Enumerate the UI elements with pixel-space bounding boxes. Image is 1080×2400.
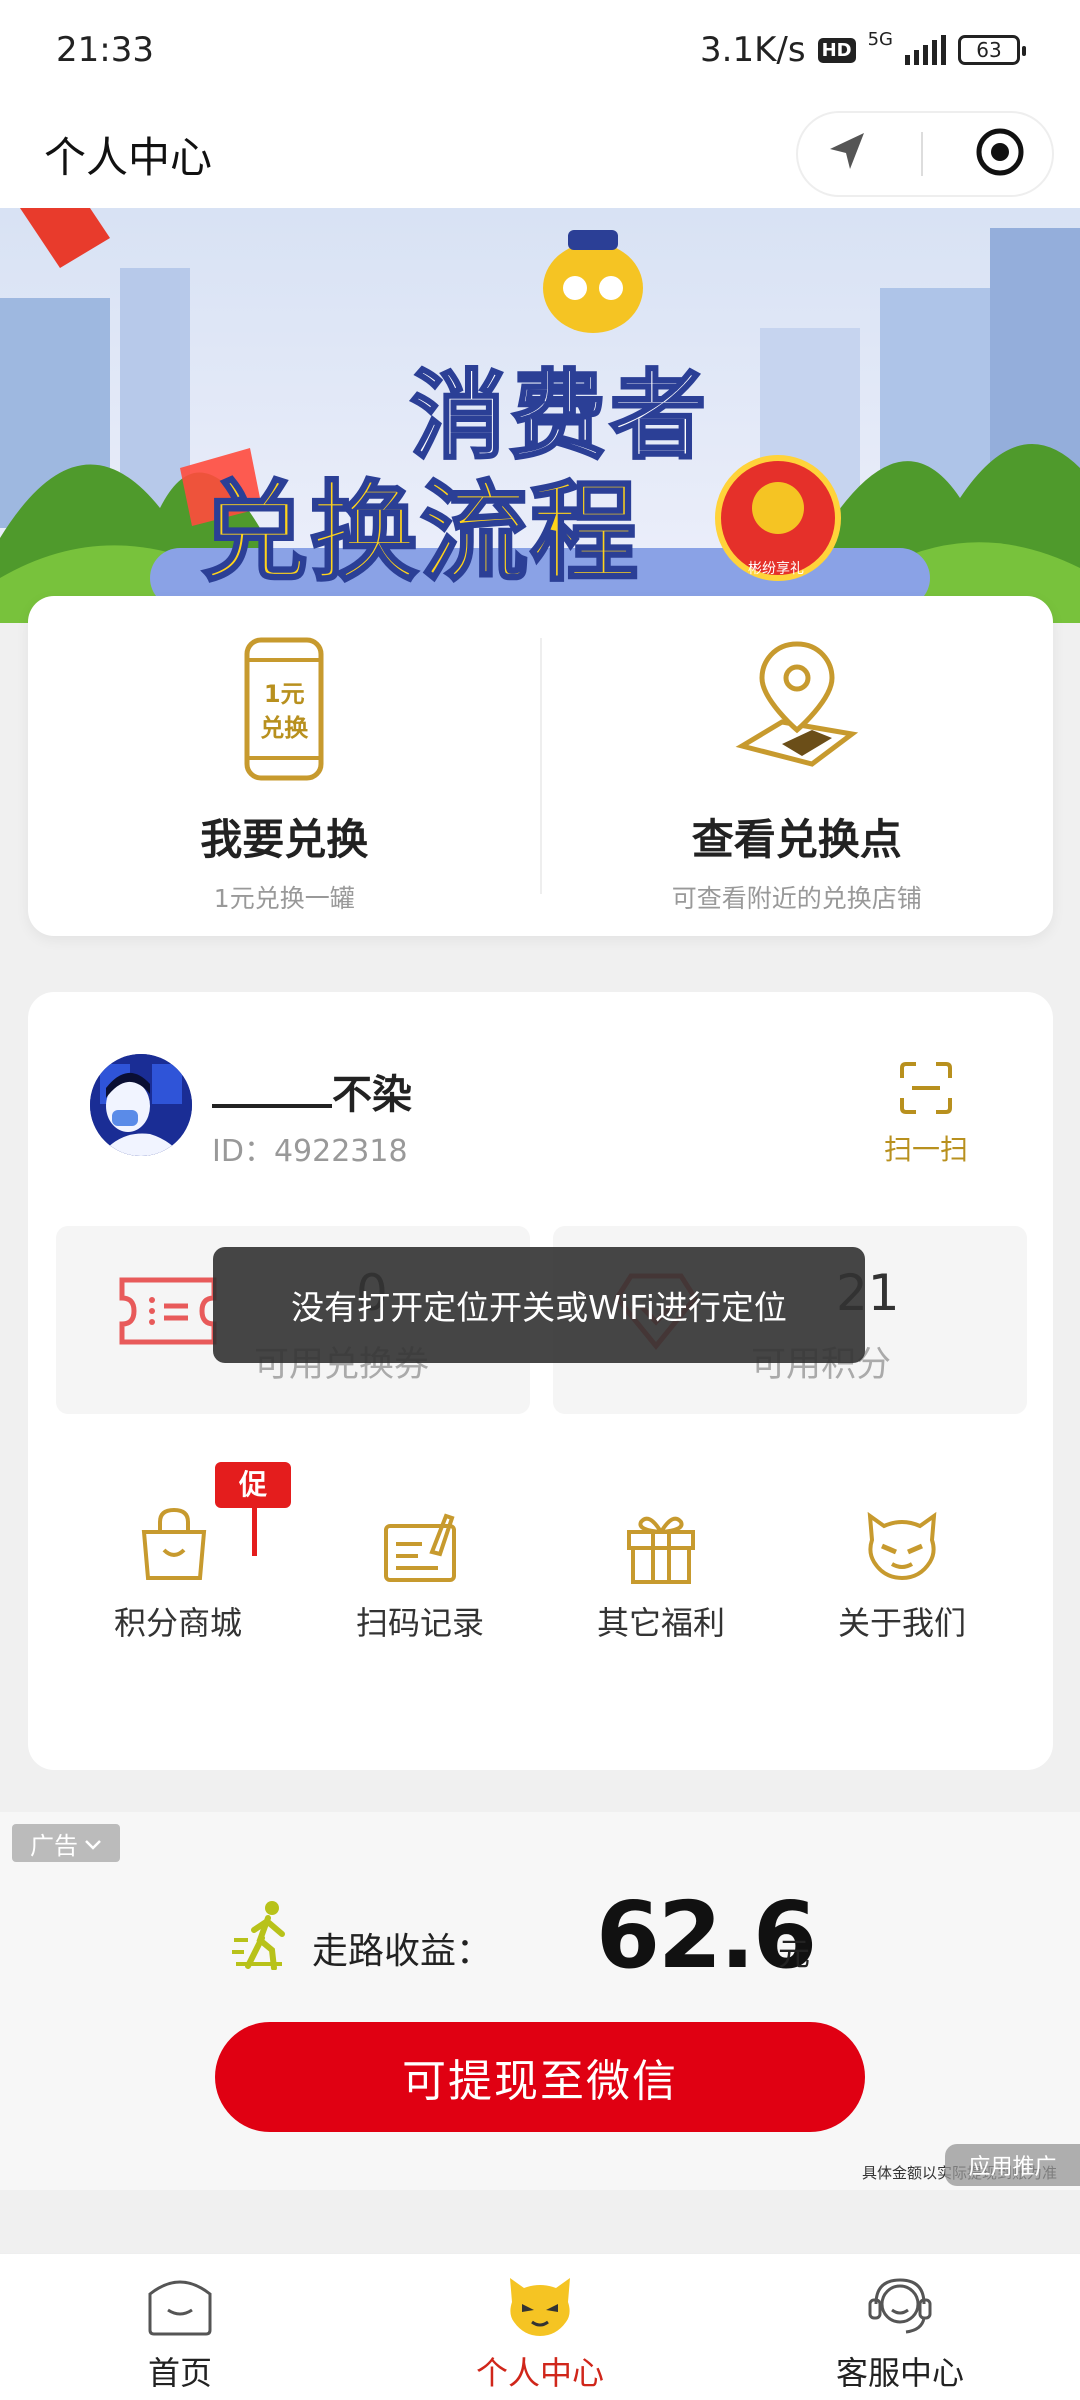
exchange-card: 1元 兑换 我要兑换 1元兑换一罐 查看兑换点 可查看附近的兑换店铺: [28, 596, 1053, 936]
avatar[interactable]: [90, 1054, 192, 1156]
scan-label: 扫一扫: [883, 1133, 968, 1166]
menu-other-benefits[interactable]: 其它福利: [541, 1462, 781, 1642]
scan-icon: [898, 1060, 954, 1120]
status-icons: 3.1K/s HD 5G 63: [700, 29, 1026, 70]
tab-bar: 首页 个人中心 客服中心: [0, 2253, 1080, 2400]
menu-label-points-mall: 积分商城: [113, 1604, 242, 1642]
user-card: 不染 ID：4922318 扫一扫 0 可用兑换券: [28, 992, 1053, 1770]
walk-earnings-unit: 元: [778, 1935, 811, 1973]
exchange-points-subtitle: 可查看附近的兑换店铺: [671, 884, 922, 913]
mascot-tab-icon: [506, 2274, 574, 2342]
tab-personal-center[interactable]: 个人中心: [360, 2254, 720, 2400]
user-id: ID：4922318: [212, 1134, 408, 1169]
page-title: 个人中心: [44, 132, 213, 182]
withdraw-to-wechat-button[interactable]: 可提现至微信: [215, 2022, 865, 2132]
walk-earnings-label: 走路收益：: [312, 1931, 493, 1972]
mascot-face-icon: [864, 1508, 940, 1588]
location-toast: 没有打开定位开关或WiFi进行定位: [213, 1247, 865, 1363]
menu-label-other-benefits: 其它福利: [596, 1604, 725, 1642]
app-promotion-tag[interactable]: 应用推广: [945, 2144, 1080, 2186]
promo-banner[interactable]: 消费者 兑换流程 彬纷享礼: [0, 208, 1080, 623]
menu-about-us[interactable]: 关于我们: [782, 1462, 1022, 1642]
user-name: 不染: [212, 1062, 412, 1120]
can-icon: 1元 兑换: [239, 634, 329, 784]
shopping-bag-icon: [136, 1506, 212, 1586]
home-icon: [146, 2274, 214, 2342]
user-name-text: 不染: [332, 1072, 412, 1118]
scan-button[interactable]: 扫一扫: [866, 1060, 986, 1166]
battery-level: 63: [976, 38, 1002, 62]
signal-icon: [905, 35, 946, 65]
walking-person-icon: [232, 1900, 294, 1974]
tab-customer-service[interactable]: 客服中心: [720, 2254, 1080, 2400]
status-bar: 21:33 3.1K/s HD 5G 63: [0, 0, 1080, 100]
network-type: 5G: [867, 29, 893, 50]
ad-banner[interactable]: 广告 走路收益： 62.6 元 可提现至微信 具体金额以实际提现到账为准 应用推…: [0, 1812, 1080, 2190]
tab-home[interactable]: 首页: [0, 2254, 360, 2400]
coupon-icon: [116, 1274, 220, 1352]
map-pin-icon: [722, 634, 872, 784]
tab-label-home: 首页: [147, 2354, 212, 2392]
ad-tag-label: 广告: [30, 1831, 78, 1860]
chevron-down-icon: [84, 1829, 102, 1857]
banner-badge: 彬纷享礼: [748, 561, 804, 577]
menu-label-scan-records: 扫码记录: [355, 1604, 484, 1642]
network-speed: 3.1K/s: [700, 30, 806, 70]
menu-points-mall[interactable]: 促 积分商城: [58, 1462, 298, 1642]
menu-label-about-us: 关于我们: [837, 1604, 966, 1642]
promo-flag-icon: [252, 1508, 257, 1556]
mini-program-capsule: [796, 111, 1054, 197]
ad-tag[interactable]: 广告: [12, 1824, 120, 1862]
tab-label-personal-center: 个人中心: [475, 2354, 604, 2392]
tab-label-customer-service: 客服中心: [835, 2354, 964, 2392]
exchange-points-title: 查看兑换点: [691, 815, 902, 864]
headset-icon: [866, 2274, 934, 2342]
capsule-divider: [920, 132, 923, 176]
menu-scan-records[interactable]: 扫码记录: [300, 1462, 540, 1642]
gift-box-icon: [623, 1510, 699, 1590]
view-exchange-points-button[interactable]: 查看兑换点 可查看附近的兑换店铺: [541, 596, 1054, 936]
status-time: 21:33: [56, 30, 154, 70]
exchange-title: 我要兑换: [200, 815, 369, 864]
location-arrow-icon[interactable]: [824, 129, 870, 179]
promo-badge: 促: [215, 1462, 291, 1508]
close-target-icon[interactable]: [974, 126, 1026, 182]
scan-record-icon: [382, 1512, 458, 1588]
can-text-2: 兑换: [260, 714, 309, 742]
hd-icon: HD: [817, 37, 856, 63]
can-text-1: 1元: [263, 680, 305, 708]
exchange-subtitle: 1元兑换一罐: [213, 884, 355, 913]
exchange-button[interactable]: 1元 兑换 我要兑换 1元兑换一罐: [28, 596, 541, 936]
battery-icon: 63: [958, 35, 1026, 65]
nav-bar: 个人中心: [0, 100, 1080, 208]
banner-title-line2: 兑换流程: [198, 470, 641, 598]
